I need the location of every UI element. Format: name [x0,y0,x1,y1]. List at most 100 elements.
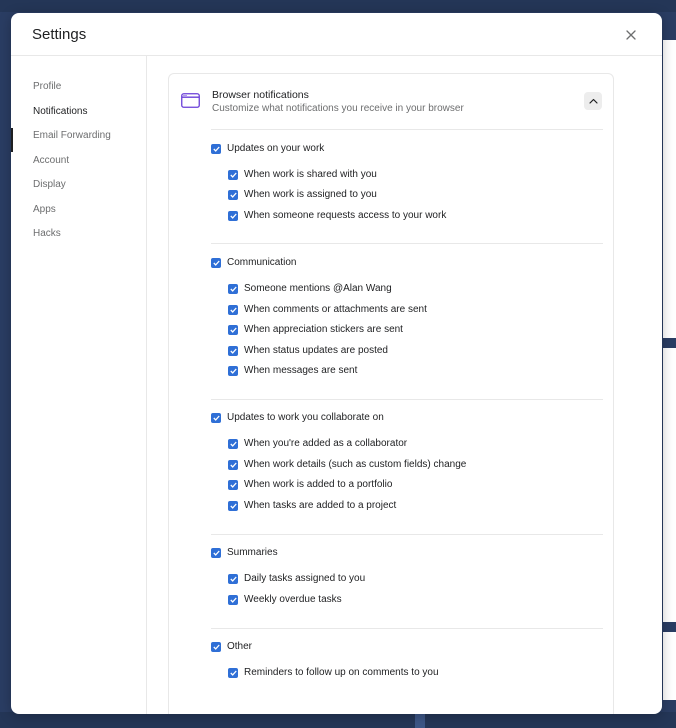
check-icon [229,576,237,582]
option-label: When comments or attachments are sent [244,304,427,315]
check-icon [229,348,237,354]
option-label: When someone requests access to your wor… [244,210,447,221]
checkbox-tasks-added-project[interactable]: When tasks are added to a project [228,500,396,511]
checkbox-status-updates[interactable]: When status updates are posted [228,345,388,356]
option-label: Reminders to follow up on comments to yo… [244,667,439,678]
checkbox-checked [228,479,238,490]
option-label: When work is assigned to you [244,189,377,200]
checkbox-checked [228,210,238,221]
check-icon [212,415,220,421]
section-title: Browser notifications [212,89,309,101]
checkbox-checked [211,641,221,652]
checkbox-checked [228,459,238,470]
checkbox-reminders-follow-up[interactable]: Reminders to follow up on comments to yo… [228,667,439,678]
checkbox-added-collaborator[interactable]: When you're added as a collaborator [228,438,407,449]
option-label: When tasks are added to a project [244,500,397,511]
checkbox-checked [228,169,238,180]
check-icon [229,670,237,676]
settings-modal: Settings Profile Notifications Email For… [11,13,662,714]
check-icon [212,260,220,266]
divider [211,399,603,400]
sidebar-item-display[interactable]: Display [33,179,66,190]
option-label: Someone mentions @Alan Wang [244,283,392,294]
sidebar-item-profile[interactable]: Profile [33,81,61,92]
option-label: When status updates are posted [244,345,388,356]
background-app-bottom [0,712,676,728]
checkbox-checked [228,594,238,605]
close-icon [626,30,636,40]
checkbox-checked [228,283,238,294]
group-label: Communication [227,257,297,268]
checkbox-appreciation-stickers[interactable]: When appreciation stickers are sent [228,324,403,335]
active-nav-indicator [11,128,13,152]
group-checkbox-updates-on-your-work[interactable]: Updates on your work [211,143,324,154]
checkbox-checked [211,412,221,423]
modal-header: Settings [11,13,662,56]
checkbox-checked [228,324,238,335]
check-icon [229,327,237,333]
option-label: Daily tasks assigned to you [244,573,366,584]
check-icon [212,550,220,556]
option-label: When work details (such as custom fields… [244,459,467,470]
option-label: When messages are sent [244,365,358,376]
checkbox-checked [228,365,238,376]
checkbox-checked [211,143,221,154]
group-label: Summaries [227,547,278,558]
group-checkbox-other[interactable]: Other [211,641,252,652]
group-checkbox-communication[interactable]: Communication [211,257,296,268]
background-app-bar [663,622,676,632]
sidebar-item-apps[interactable]: Apps [33,204,56,215]
collapse-button[interactable] [584,92,602,110]
group-label: Updates on your work [227,143,325,154]
browser-notifications-card: Browser notifications Customize what not… [168,73,614,714]
option-label: When you're added as a collaborator [244,438,408,449]
checkbox-messages[interactable]: When messages are sent [228,365,357,376]
settings-sidebar: Profile Notifications Email Forwarding A… [11,56,147,714]
checkbox-checked [228,667,238,678]
checkbox-daily-tasks[interactable]: Daily tasks assigned to you [228,573,365,584]
option-label: When work is added to a portfolio [244,479,393,490]
checkbox-checked [228,189,238,200]
divider [211,243,603,244]
chevron-up-icon [588,98,598,104]
background-app-stripe [415,712,425,728]
option-label: When work is shared with you [244,169,377,180]
sidebar-item-account[interactable]: Account [33,155,69,166]
group-checkbox-collaborate[interactable]: Updates to work you collaborate on [211,412,384,423]
sidebar-item-hacks[interactable]: Hacks [33,228,61,239]
checkbox-work-assigned[interactable]: When work is assigned to you [228,189,377,200]
checkbox-checked [211,257,221,268]
group-checkbox-summaries[interactable]: Summaries [211,547,278,558]
background-app-panel [663,40,676,700]
divider [211,628,603,629]
checkbox-work-shared[interactable]: When work is shared with you [228,169,377,180]
group-label: Updates to work you collaborate on [227,412,384,423]
checkbox-checked [228,500,238,511]
check-icon [229,597,237,603]
close-button[interactable] [621,25,641,45]
browser-window-icon [181,93,200,113]
checkbox-mentions[interactable]: Someone mentions @Alan Wang [228,283,392,294]
checkbox-checked [211,547,221,558]
checkbox-access-requested[interactable]: When someone requests access to your wor… [228,210,446,221]
check-icon [229,213,237,219]
checkbox-checked [228,304,238,315]
section-subtitle: Customize what notifications you receive… [212,103,464,114]
divider [211,534,603,535]
checkbox-weekly-overdue[interactable]: Weekly overdue tasks [228,594,342,605]
check-icon [229,286,237,292]
check-icon [229,441,237,447]
check-icon [229,368,237,374]
checkbox-work-details-change[interactable]: When work details (such as custom fields… [228,459,466,470]
check-icon [212,146,220,152]
sidebar-item-email-forwarding[interactable]: Email Forwarding [33,130,111,141]
check-icon [229,307,237,313]
checkbox-checked [228,438,238,449]
sidebar-item-notifications[interactable]: Notifications [33,106,87,117]
check-icon [229,462,237,468]
check-icon [229,482,237,488]
divider [211,129,603,130]
checkbox-added-portfolio[interactable]: When work is added to a portfolio [228,479,392,490]
check-icon [229,192,237,198]
checkbox-comments-attachments[interactable]: When comments or attachments are sent [228,304,427,315]
